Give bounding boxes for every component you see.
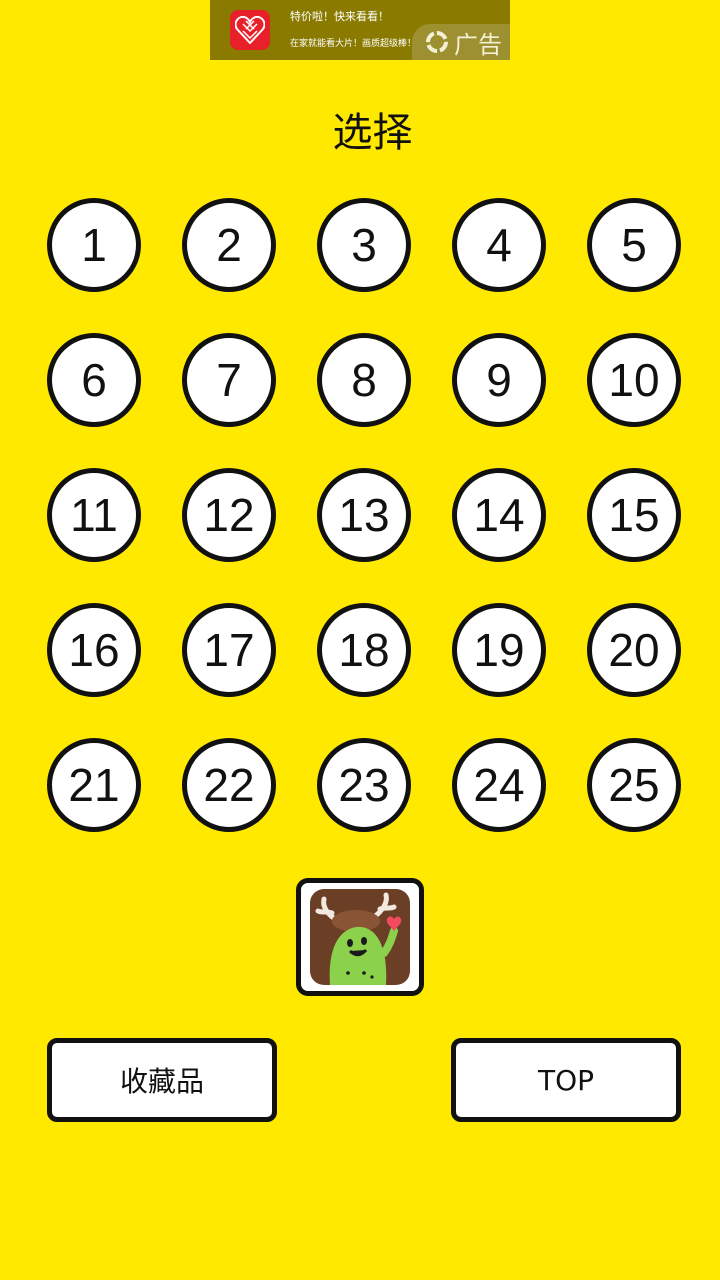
level-button[interactable]: 10 — [587, 333, 681, 427]
level-button[interactable]: 11 — [47, 468, 141, 562]
level-button[interactable]: 8 — [317, 333, 411, 427]
level-button[interactable]: 22 — [182, 738, 276, 832]
level-button[interactable]: 12 — [182, 468, 276, 562]
character-avatar-icon — [310, 889, 410, 985]
level-button[interactable]: 17 — [182, 603, 276, 697]
ad-badge-label: 广告 — [454, 30, 502, 59]
level-button[interactable]: 1 — [47, 198, 141, 292]
level-button[interactable]: 25 — [587, 738, 681, 832]
level-button[interactable]: 21 — [47, 738, 141, 832]
level-button[interactable]: 23 — [317, 738, 411, 832]
level-button[interactable]: 5 — [587, 198, 681, 292]
ad-description: 在家就能看大片！画质超级棒！ — [290, 39, 417, 49]
level-button[interactable]: 2 — [182, 198, 276, 292]
level-button[interactable]: 15 — [587, 468, 681, 562]
level-button[interactable]: 9 — [452, 333, 546, 427]
level-button[interactable]: 18 — [317, 603, 411, 697]
ad-headline: 特价啦！快来看看！ — [290, 10, 389, 23]
level-button[interactable]: 6 — [47, 333, 141, 427]
top-button[interactable]: TOP — [451, 1038, 681, 1122]
level-button[interactable]: 24 — [452, 738, 546, 832]
ad-app-logo-icon — [230, 10, 270, 50]
level-button[interactable]: 4 — [452, 198, 546, 292]
level-button[interactable]: 7 — [182, 333, 276, 427]
page-title: 选择 — [332, 110, 413, 156]
ad-refresh-icon — [426, 31, 448, 53]
level-button[interactable]: 20 — [587, 603, 681, 697]
ad-banner[interactable]: 特价啦！快来看看！ 在家就能看大片！画质超级棒！ 广告 — [210, 0, 510, 60]
level-button[interactable]: 19 — [452, 603, 546, 697]
level-grid: 1 2 3 4 5 6 7 8 9 10 11 12 13 14 15 16 1… — [47, 198, 681, 832]
level-button[interactable]: 14 — [452, 468, 546, 562]
level-button[interactable]: 3 — [317, 198, 411, 292]
collection-button[interactable]: 收藏品 — [47, 1038, 277, 1122]
level-button[interactable]: 13 — [317, 468, 411, 562]
ad-badge[interactable]: 广告 — [412, 24, 510, 60]
character-select-button[interactable] — [296, 878, 424, 996]
level-button[interactable]: 16 — [47, 603, 141, 697]
